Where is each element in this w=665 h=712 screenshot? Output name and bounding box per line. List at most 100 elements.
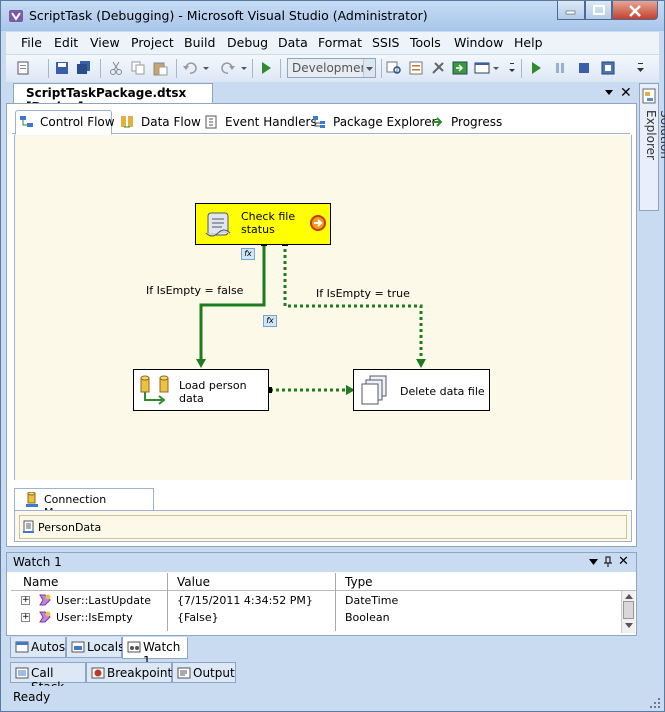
break-all-icon[interactable] (552, 60, 568, 76)
watch-icon (127, 641, 141, 653)
menu-edit[interactable]: Edit (54, 35, 78, 50)
undo-dropdown-icon[interactable] (202, 60, 210, 76)
command-dropdown-icon[interactable] (492, 60, 500, 76)
tab-output[interactable]: Output (172, 662, 236, 683)
menu-data[interactable]: Data (278, 35, 308, 50)
watch-column-headers: Name Value Type (11, 573, 636, 591)
toolbox-icon[interactable] (430, 60, 446, 76)
watch-row[interactable]: + User::IsEmpty {False} Boolean (11, 609, 619, 626)
solution-explorer-icon (642, 88, 656, 104)
expand-icon[interactable]: + (21, 596, 30, 605)
properties-icon[interactable] (408, 60, 424, 76)
watch-scrollbar[interactable] (621, 591, 635, 633)
task-check-file-status[interactable]: Check file status (195, 203, 331, 245)
task-load-person-data[interactable]: Load person data (133, 369, 269, 411)
connection-managers-tab[interactable]: Connection Managers (14, 488, 154, 519)
tab-data-flow[interactable]: Data Flow (120, 111, 201, 134)
resize-grip-icon[interactable] (649, 697, 661, 709)
tab-watch-1[interactable]: Watch 1 (122, 637, 188, 668)
tab-locals[interactable]: Locals (66, 637, 124, 658)
vs-window: ScriptTask (Debugging) - Microsoft Visua… (0, 0, 665, 712)
connection-managers-list: PersonData (19, 515, 627, 539)
designer-tab-strip: Control Flow Data Flow Event Handlers Pa… (12, 108, 630, 135)
debug-tabs-top: Autos Locals Watch 1 (6, 637, 637, 668)
new-project-icon[interactable] (16, 60, 32, 76)
watch-title-bar[interactable]: Watch 1 ✕ (7, 553, 636, 572)
menu-debug[interactable]: Debug (227, 35, 268, 50)
start-debugging-icon[interactable] (258, 60, 274, 76)
stop-debugging-icon[interactable] (576, 60, 592, 76)
window-position-dropdown-icon[interactable] (589, 559, 598, 566)
toolbar-separator (521, 59, 522, 78)
scroll-thumb[interactable] (623, 601, 634, 619)
maximize-button[interactable] (585, 1, 612, 20)
active-files-dropdown-icon[interactable] (604, 89, 614, 97)
tab-control-flow[interactable]: Control Flow (15, 110, 115, 135)
menu-tools[interactable]: Tools (410, 35, 441, 50)
menu-file[interactable]: File (21, 35, 42, 50)
connection-manager-item[interactable]: PersonData (22, 520, 142, 536)
connection-managers-area[interactable]: PersonData (14, 510, 632, 542)
menu-ssis[interactable]: SSIS (372, 35, 400, 50)
toolbar-options-icon[interactable] (636, 60, 646, 76)
save-icon[interactable] (54, 60, 70, 76)
execution-arrow-icon (310, 215, 326, 231)
document-tab[interactable]: ScriptTaskPackage.dtsx [Design] (13, 83, 213, 114)
menu-view[interactable]: View (90, 35, 120, 50)
scroll-up-icon[interactable] (625, 593, 633, 599)
task-label: Load person (179, 379, 247, 392)
task-delete-data-file[interactable]: Delete data file (353, 369, 490, 411)
expand-icon[interactable]: + (21, 613, 30, 622)
tab-label: Event Handlers (225, 115, 317, 129)
auto-hide-pin-icon[interactable] (603, 556, 613, 568)
menu-format[interactable]: Format (318, 35, 362, 50)
success-branch-line[interactable] (283, 243, 423, 362)
constraint-label-true: If IsEmpty = true (316, 287, 410, 300)
chevron-down-icon[interactable] (363, 59, 375, 77)
column-value[interactable]: Value (177, 575, 210, 589)
watch-value[interactable]: {7/15/2011 4:34:52 PM} (177, 594, 313, 607)
menu-window[interactable]: Window (454, 35, 503, 50)
close-document-icon[interactable]: ✕ (620, 85, 632, 101)
cut-icon[interactable] (108, 60, 124, 76)
tab-package-explorer[interactable]: Package Explorer (312, 111, 437, 134)
tab-call-stack[interactable]: Call Stack (10, 662, 86, 694)
standard-toolbar: Development (6, 55, 659, 82)
tab-breakpoints[interactable]: Breakpoints (86, 662, 178, 683)
close-watch-icon[interactable]: ✕ (618, 554, 629, 569)
tab-progress[interactable]: Progress (430, 111, 510, 134)
continue-icon[interactable] (528, 60, 544, 76)
redo-icon[interactable] (220, 60, 236, 76)
toolbar-overflow-icon[interactable] (508, 60, 516, 76)
solution-explorer-pane[interactable]: Solution Explorer (637, 83, 665, 213)
solution-explorer-tab[interactable]: Solution Explorer (639, 83, 665, 211)
watch-row[interactable]: + User::LastUpdate {7/15/2011 4:34:52 PM… (11, 592, 619, 609)
start-page-icon[interactable] (452, 60, 468, 76)
solution-configuration-select[interactable]: Development (287, 58, 376, 78)
tab-event-handlers[interactable]: Event Handlers (204, 111, 317, 134)
watch-name: User::IsEmpty (56, 611, 133, 624)
tab-autos[interactable]: Autos (10, 637, 66, 658)
title-bar[interactable]: ScriptTask (Debugging) - Microsoft Visua… (1, 1, 664, 31)
command-window-icon[interactable] (474, 60, 490, 76)
failure-branch-line[interactable] (199, 243, 266, 362)
show-next-statement-icon[interactable] (600, 60, 616, 76)
close-button[interactable] (612, 1, 658, 20)
window-title: ScriptTask (Debugging) - Microsoft Visua… (29, 8, 428, 23)
copy-icon[interactable] (130, 60, 146, 76)
column-name[interactable]: Name (23, 575, 58, 589)
scroll-down-icon[interactable] (625, 623, 633, 629)
paste-icon[interactable] (152, 60, 168, 76)
menu-help[interactable]: Help (514, 35, 543, 50)
expression-marker: fx (266, 316, 274, 325)
redo-dropdown-icon[interactable] (240, 60, 248, 76)
find-in-files-icon[interactable] (386, 60, 402, 76)
menu-project[interactable]: Project (131, 35, 174, 50)
undo-icon[interactable] (182, 60, 198, 76)
control-flow-canvas[interactable]: Check file status fx fx If IsEmpty = fal… (14, 135, 632, 480)
column-type[interactable]: Type (345, 575, 373, 589)
minimize-button[interactable] (557, 1, 585, 20)
menu-build[interactable]: Build (184, 35, 215, 50)
save-all-icon[interactable] (76, 60, 92, 76)
watch-value[interactable]: {False} (177, 611, 219, 624)
